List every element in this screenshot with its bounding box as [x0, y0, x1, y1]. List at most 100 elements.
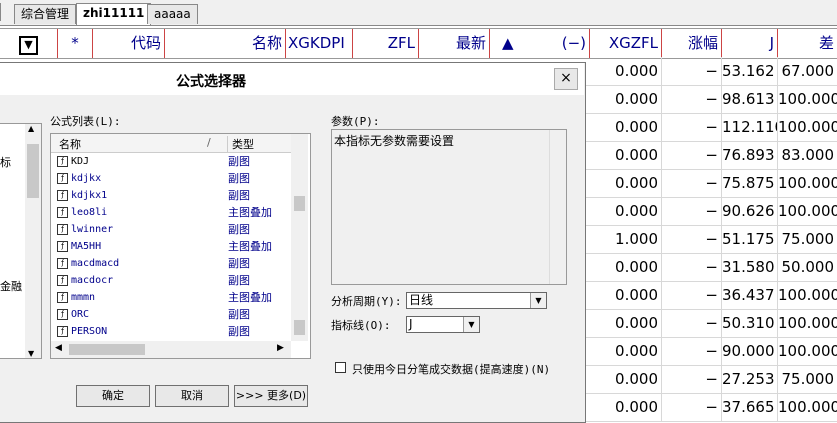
- cell-j: 98.613: [722, 85, 778, 113]
- vscroll-thumb[interactable]: [294, 196, 305, 211]
- formula-list-item[interactable]: ƒ mmmn 主图叠加: [51, 289, 291, 306]
- cell-xgzfl: 0.000: [590, 337, 662, 365]
- formula-icon: ƒ: [57, 326, 68, 337]
- header-star[interactable]: *: [58, 29, 93, 58]
- cell-change: −: [662, 365, 722, 393]
- formula-list-hscroll[interactable]: ◀ ▶: [51, 341, 291, 358]
- header-sorted-column[interactable]: ▲ (−): [490, 29, 590, 58]
- formula-icon: ƒ: [57, 292, 68, 303]
- cell-j: 37.665: [722, 393, 778, 421]
- cancel-button[interactable]: 取消: [155, 385, 229, 407]
- formula-type: 主图叠加: [228, 206, 272, 219]
- formula-list-vscroll[interactable]: [291, 134, 308, 341]
- formula-type: 副图: [228, 274, 250, 287]
- header-xgkdp[interactable]: XGKDPI: [286, 29, 353, 58]
- formula-icon: ƒ: [57, 224, 68, 235]
- cell-j: 36.437: [722, 281, 778, 309]
- formula-list-item[interactable]: ƒ leo8li 主图叠加: [51, 204, 291, 221]
- list-header-type[interactable]: 类型: [227, 136, 254, 152]
- formula-icon: ƒ: [57, 275, 68, 286]
- header-diff[interactable]: 差: [778, 29, 837, 58]
- cell-change: −: [662, 113, 722, 141]
- period-select[interactable]: 日线 ▼: [406, 292, 547, 309]
- params-scrollbar[interactable]: [549, 130, 566, 284]
- close-icon: ×: [560, 70, 572, 86]
- formula-icon: ƒ: [57, 156, 68, 167]
- hscroll-thumb[interactable]: [69, 344, 145, 355]
- cell-j: 90.000: [722, 337, 778, 365]
- tab-zhi11111[interactable]: zhi11111: [76, 3, 152, 25]
- dialog-titlebar[interactable]: 公式选择器 ×: [0, 63, 584, 95]
- cell-diff: 50.000: [781, 258, 835, 276]
- more-button[interactable]: >>> 更多(D): [234, 385, 308, 407]
- scroll-right-icon[interactable]: ▶: [277, 343, 284, 353]
- cell-xgzfl: 1.000: [590, 225, 662, 253]
- formula-list[interactable]: 名称 / 类型 ƒ KDJ 副图 ƒ kdjkx 副图 ƒ kdjkx1 副图 …: [50, 133, 311, 359]
- cell-change: −: [662, 253, 722, 281]
- header-name[interactable]: 名称: [165, 29, 286, 58]
- scroll-up-icon[interactable]: ▲: [28, 124, 34, 133]
- cell-diff: 75.000: [781, 230, 835, 248]
- close-button[interactable]: ×: [554, 68, 578, 90]
- formula-name: kdjkx: [71, 173, 102, 184]
- header-zfl[interactable]: ZFL: [353, 29, 419, 58]
- today-tick-data-label[interactable]: 只使用今日分笔成交数据(提高速度)(N): [352, 361, 550, 377]
- formula-type: 副图: [228, 172, 250, 185]
- header-xgzfl[interactable]: XGZFL: [590, 29, 662, 58]
- list-header-name[interactable]: 名称: [59, 136, 81, 152]
- header-j[interactable]: J: [722, 29, 778, 58]
- formula-list-item[interactable]: ƒ KDJ 副图: [51, 153, 291, 170]
- cell-diff: 83.000: [781, 146, 835, 164]
- cell-xgzfl: 0.000: [590, 393, 662, 421]
- today-tick-data-checkbox[interactable]: [335, 362, 346, 373]
- cell-change: −: [662, 169, 722, 197]
- tab-management[interactable]: 综合管理: [14, 4, 77, 24]
- scroll-left-icon[interactable]: ◀: [55, 343, 62, 353]
- cell-xgzfl: 0.000: [590, 197, 662, 225]
- formula-list-item[interactable]: ƒ MA5HH 主图叠加: [51, 238, 291, 255]
- ok-button[interactable]: 确定: [76, 385, 150, 407]
- header-latest[interactable]: 最新: [419, 29, 490, 58]
- header-change[interactable]: 涨幅: [662, 29, 722, 58]
- formula-type: 主图叠加: [228, 291, 272, 304]
- cell-xgzfl: 0.000: [590, 113, 662, 141]
- formula-list-item[interactable]: ƒ macdocr 副图: [51, 272, 291, 289]
- tree-scrollbar[interactable]: ▲ ▼: [25, 124, 41, 358]
- formula-icon: ƒ: [57, 258, 68, 269]
- chevron-down-icon[interactable]: ▼: [530, 293, 546, 308]
- formula-list-item[interactable]: ƒ kdjkx1 副图: [51, 187, 291, 204]
- tree-item[interactable]: 标: [0, 154, 11, 170]
- dropdown-icon[interactable]: ▼: [19, 36, 38, 55]
- column-selector[interactable]: ▼: [0, 29, 58, 58]
- cell-xgzfl: 0.000: [590, 309, 662, 337]
- vscroll-thumb-lower[interactable]: [294, 320, 305, 335]
- formula-name: PERSON: [71, 326, 108, 337]
- cell-j: 31.580: [722, 253, 778, 281]
- chevron-down-icon[interactable]: ▼: [463, 317, 479, 332]
- period-label: 分析周期(Y):: [331, 295, 402, 308]
- params-message: 本指标无参数需要设置: [334, 134, 455, 148]
- cell-diff: 100.000: [778, 314, 837, 332]
- formula-type: 副图: [228, 308, 250, 321]
- dialog-title: 公式选择器: [176, 74, 246, 90]
- formula-list-item[interactable]: ƒ PERSON 副图: [51, 323, 291, 340]
- formula-list-item[interactable]: ƒ macdmacd 副图: [51, 255, 291, 272]
- formula-type: 主图叠加: [228, 240, 272, 253]
- formula-list-item[interactable]: ƒ lwinner 副图: [51, 221, 291, 238]
- formula-category-tree[interactable]: 标 金融 ▲ ▼: [0, 123, 42, 359]
- indicator-line-select[interactable]: J ▼: [406, 316, 480, 333]
- sort-asc-icon: ▲: [502, 34, 514, 52]
- formula-type: 副图: [228, 189, 250, 202]
- formula-name: mmmn: [71, 292, 96, 303]
- tab-aaaaa[interactable]: aaaaa: [147, 4, 198, 24]
- formula-list-item[interactable]: ƒ kdjkx 副图: [51, 170, 291, 187]
- header-code[interactable]: 代码: [93, 29, 165, 58]
- formula-list-item[interactable]: ƒ ORC 副图: [51, 306, 291, 323]
- scroll-down-icon[interactable]: ▼: [28, 349, 34, 358]
- tree-scroll-thumb[interactable]: [27, 144, 39, 198]
- formula-name: macdocr: [71, 275, 114, 286]
- cell-diff: 67.000: [781, 62, 835, 80]
- formula-name: ORC: [71, 309, 90, 320]
- tree-item[interactable]: 金融: [0, 278, 22, 294]
- cell-j: 75.875: [722, 169, 778, 197]
